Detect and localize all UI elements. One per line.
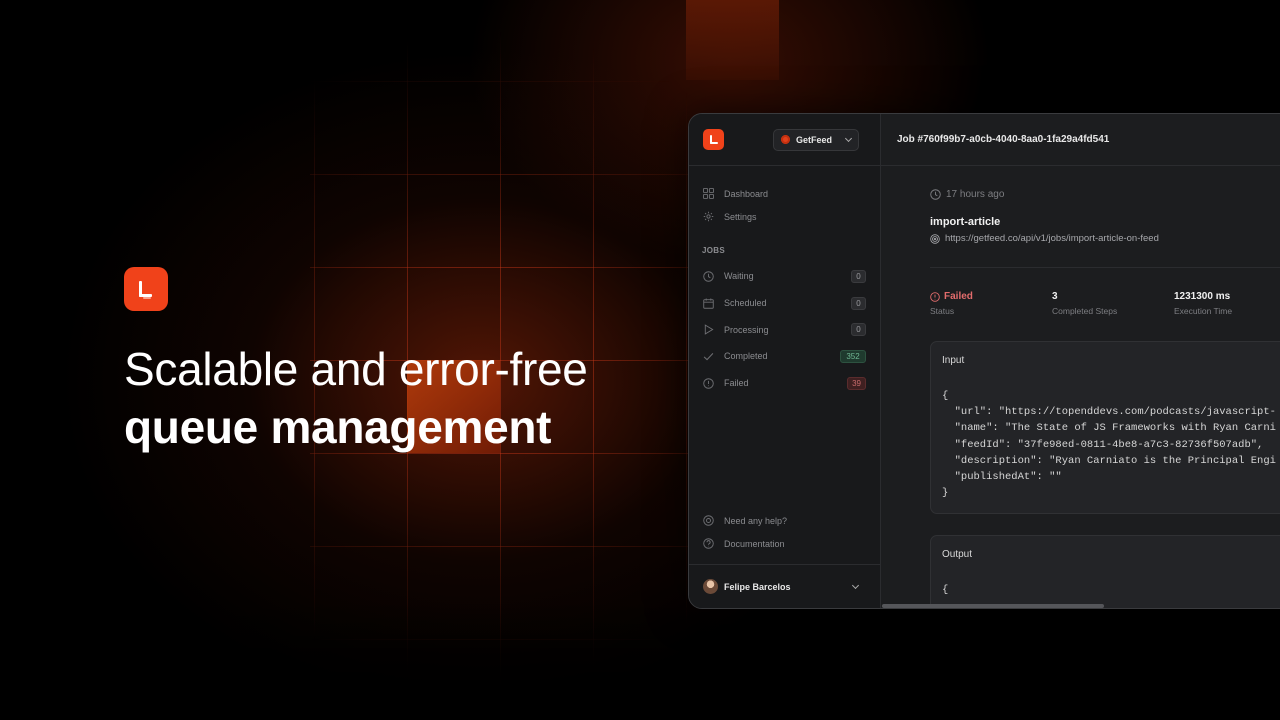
job-timestamp: 17 hours ago (930, 189, 1280, 200)
question-icon (703, 538, 714, 549)
hero-title: Scalable and error-free queue management (124, 340, 684, 456)
sidebar-item-label: Documentation (724, 538, 785, 549)
stat-execution-time: 1231300 ms Execution Time (1174, 291, 1280, 316)
gear-icon (703, 211, 714, 222)
job-stats: Failed Status 3 Completed Steps 1231300 … (930, 291, 1280, 316)
sidebar-help: Need any help? Documentation (689, 509, 880, 555)
target-icon (930, 233, 940, 244)
sidebar-item-label: Failed (724, 378, 749, 389)
job-url-text: https://getfeed.co/api/v1/jobs/import-ar… (945, 233, 1159, 244)
time-ago: 17 hours ago (946, 189, 1005, 200)
sidebar-item-label: Dashboard (724, 188, 769, 199)
sidebar-item-settings[interactable]: Settings (689, 205, 880, 228)
hero-title-line2: queue management (124, 401, 552, 453)
stat-label: Completed Steps (1052, 306, 1118, 316)
status-badge: Failed (930, 291, 1052, 302)
sidebar-item-failed[interactable]: Failed 39 (689, 370, 880, 397)
stat-value: 1231300 ms (1174, 291, 1231, 302)
sidebar-item-label: Scheduled (724, 298, 767, 309)
hero-title-line1: Scalable and error-free (124, 343, 588, 395)
sidebar-item-documentation[interactable]: Documentation (689, 532, 880, 555)
stat-label: Execution Time (1174, 306, 1233, 316)
user-menu[interactable]: Felipe Barcelos (689, 564, 880, 608)
output-code[interactable]: { (942, 582, 1280, 598)
bottom-fade (0, 600, 1280, 720)
output-panel-title: Output (942, 549, 973, 560)
sidebar-item-waiting[interactable]: Waiting 0 (689, 263, 880, 290)
horizontal-scrollbar[interactable] (882, 604, 1104, 608)
user-name: Felipe Barcelos (724, 581, 791, 592)
output-panel: Output { (930, 535, 1280, 608)
stat-value: 3 (1052, 291, 1058, 302)
alert-icon (930, 291, 940, 302)
sidebar-item-label: Processing (724, 324, 769, 335)
input-code[interactable]: { "url": "https://topenddevs.com/podcast… (942, 388, 1280, 501)
input-panel-title: Input (942, 355, 965, 366)
sidebar-item-label: Need any help? (724, 515, 788, 526)
clock-icon (703, 271, 714, 282)
jobs-section-label: JOBS (702, 246, 725, 255)
count-badge: 39 (847, 376, 866, 390)
sidebar-item-label: Waiting (724, 271, 754, 282)
play-icon (703, 324, 714, 335)
count-badge: 0 (851, 323, 866, 337)
sidebar: GetFeed Dashboard Settings JOBS Waiting … (689, 114, 881, 608)
stat-status: Failed Status (930, 291, 1052, 316)
page-title: Job #760f99b7-a0cb-4040-8aa0-1fa29a4fd54… (897, 134, 1110, 145)
chevron-down-icon (844, 134, 853, 142)
clock-icon (930, 189, 941, 200)
input-panel: Input { "url": "https://topenddevs.com/p… (930, 341, 1280, 514)
app-window: GetFeed Dashboard Settings JOBS Waiting … (688, 113, 1280, 609)
sidebar-header: GetFeed (689, 114, 880, 166)
divider (930, 267, 1280, 268)
count-badge: 0 (851, 296, 866, 310)
job-name: import-article (930, 216, 1001, 228)
grid-icon (703, 188, 714, 199)
stat-completed-steps: 3 Completed Steps (1052, 291, 1174, 316)
chevron-down-icon (851, 581, 860, 589)
calendar-icon (703, 297, 714, 309)
page-header: Job #760f99b7-a0cb-4040-8aa0-1fa29a4fd54… (881, 114, 1280, 166)
project-name: GetFeed (796, 134, 833, 145)
avatar (703, 579, 718, 594)
sidebar-item-help[interactable]: Need any help? (689, 509, 880, 532)
sidebar-item-processing[interactable]: Processing 0 (689, 316, 880, 343)
check-icon (703, 351, 714, 362)
job-detail: 17 hours ago import-article https://getf… (930, 166, 1280, 316)
sidebar-item-scheduled[interactable]: Scheduled 0 (689, 290, 880, 317)
sidebar-item-label: Completed (724, 351, 768, 362)
stat-label: Status (930, 306, 955, 316)
app-logo-icon[interactable] (703, 129, 724, 150)
sidebar-nav: Dashboard Settings JOBS Waiting 0 Schedu… (689, 166, 880, 396)
sidebar-item-completed[interactable]: Completed 352 (689, 343, 880, 370)
help-circle-icon (703, 515, 714, 526)
count-badge: 0 (851, 269, 866, 283)
sidebar-item-dashboard[interactable]: Dashboard (689, 182, 880, 205)
brand-logo-icon (124, 267, 168, 311)
count-badge: 352 (840, 349, 866, 363)
job-url[interactable]: https://getfeed.co/api/v1/jobs/import-ar… (930, 233, 1280, 244)
main-content: Job #760f99b7-a0cb-4040-8aa0-1fa29a4fd54… (881, 114, 1280, 608)
sidebar-item-label: Settings (724, 211, 757, 222)
project-avatar-icon (781, 135, 790, 144)
project-selector[interactable]: GetFeed (773, 128, 859, 151)
alert-icon (703, 377, 714, 389)
